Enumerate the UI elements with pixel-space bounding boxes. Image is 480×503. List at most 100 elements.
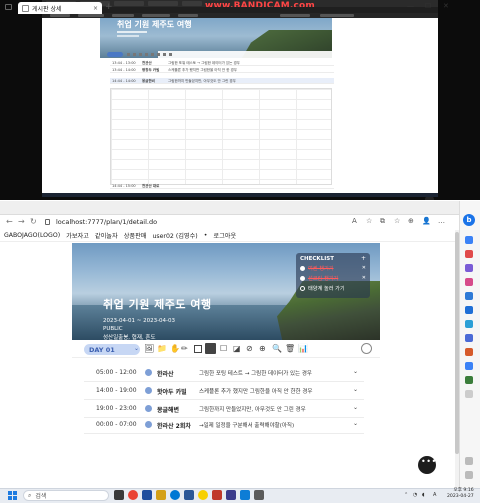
sticky-note-icon[interactable]: ☐ — [220, 344, 227, 354]
forward-arrow-icon[interactable]: → — [18, 217, 25, 226]
recorded-tool-icon — [127, 53, 130, 56]
schedule-time: 14:00 - 19:00 — [96, 387, 137, 394]
taskbar-search-placeholder: 검색 — [35, 493, 47, 500]
recorded-day-pill — [107, 52, 123, 57]
remove-item-icon[interactable]: ✕ — [362, 265, 366, 271]
close-window-icon[interactable]: ✕ — [443, 2, 449, 10]
day-label: DAY 01 — [89, 345, 115, 354]
taskbar-clock[interactable]: 오후 9:16 2023-04-27 — [447, 488, 474, 500]
profile-icon[interactable]: 👤 — [422, 217, 431, 225]
history-icon[interactable] — [361, 343, 372, 354]
checklist-add-button[interactable]: + — [361, 255, 366, 262]
recorded-row-time: 13:44 - 13:00 — [112, 61, 136, 65]
chevron-down-icon[interactable]: ⌄ — [353, 368, 358, 375]
input-language[interactable]: A — [433, 492, 436, 498]
remove-item-icon[interactable]: ✕ — [362, 275, 366, 281]
sidebar-layout-icon[interactable] — [465, 457, 473, 465]
back-arrow-icon[interactable]: ← — [6, 217, 13, 226]
store-icon[interactable] — [142, 490, 152, 500]
nav-link-play-together[interactable]: 같이놀자 — [95, 231, 118, 240]
logout-link[interactable]: 로그아웃 — [213, 231, 236, 240]
tab-active[interactable]: 게시판 상세 × — [18, 2, 102, 14]
bing-chat-icon[interactable]: b — [463, 214, 475, 226]
checkbox-checked-icon[interactable] — [300, 265, 305, 271]
folder-icon[interactable]: 📁 — [157, 344, 167, 354]
drop-icon[interactable] — [465, 320, 473, 328]
shopping-icon[interactable] — [465, 250, 473, 258]
image-icon[interactable]: 🖼 — [144, 344, 154, 354]
more-menu-icon[interactable]: … — [438, 217, 445, 225]
taskbar-search-input[interactable]: ⌕ 검색 — [23, 490, 109, 501]
read-aloud-icon[interactable]: A — [352, 217, 357, 225]
favorites-icon[interactable]: ☆ — [394, 217, 400, 225]
zoom-in-icon[interactable]: ⊕ — [259, 344, 266, 354]
eraser-icon[interactable]: ⊘ — [246, 344, 253, 354]
checkbox-checked-icon[interactable] — [300, 275, 305, 281]
tab-close-icon[interactable]: × — [93, 5, 98, 12]
site-logo[interactable]: GABOJAGO(LOGO) — [4, 232, 60, 239]
search-icon[interactable]: 🔍 — [272, 344, 282, 354]
tree-icon[interactable] — [465, 376, 473, 384]
minimize-icon[interactable]: — — [407, 2, 414, 10]
kakaotalk-icon[interactable] — [198, 490, 208, 500]
microsoft365-icon[interactable] — [465, 292, 473, 300]
trip-title: 취업 기원 제주도 여행 — [103, 298, 212, 311]
nav-link-shop[interactable]: 상품판매 — [124, 231, 147, 240]
checklist-item[interactable]: 여권 챙기기 ✕ — [300, 264, 366, 272]
tab-actions-icon[interactable] — [5, 4, 12, 10]
chart-icon[interactable]: 📊 — [298, 344, 308, 354]
app-icon[interactable] — [184, 490, 194, 500]
filled-rectangle-icon[interactable] — [205, 343, 216, 354]
designer-icon[interactable] — [465, 334, 473, 342]
pencil-icon[interactable]: ✏ — [181, 344, 188, 354]
chevron-down-icon[interactable]: ⌄ — [353, 420, 358, 427]
checklist-item[interactable]: 태양계 놀러 가기 — [300, 284, 366, 292]
nav-link-gabojago[interactable]: 가보자고 — [66, 231, 89, 240]
tray-chevron-icon[interactable]: ⌃ — [404, 492, 408, 498]
schedule-row[interactable]: 00:00 - 07:00 한라산 2회차 →일제 일정을 구분해서 출력해야할… — [84, 416, 364, 434]
site-info-icon[interactable] — [45, 219, 50, 225]
scrollbar-thumb[interactable] — [455, 232, 459, 454]
checkbox-empty-icon[interactable] — [300, 285, 305, 291]
split-screen-icon[interactable]: ⧉ — [380, 217, 385, 226]
games-icon[interactable] — [465, 278, 473, 286]
search-sidebar-icon[interactable] — [465, 236, 473, 244]
chevron-down-icon[interactable]: ⌄ — [353, 404, 358, 411]
schedule-dot-icon — [145, 405, 152, 412]
rectangle-outline-icon[interactable] — [194, 345, 202, 353]
network-icon[interactable]: ◔ — [413, 492, 417, 498]
office-icon[interactable] — [465, 348, 473, 356]
vscode-icon[interactable] — [240, 490, 250, 500]
terminal-icon[interactable] — [254, 490, 264, 500]
schedule-note: 그림한 포팅 테스트 → 그림한 데이터가 있는 경우 — [199, 371, 312, 377]
day-selector[interactable]: DAY 01 — [84, 344, 140, 355]
telegram-icon[interactable] — [465, 362, 473, 370]
bandicam-icon[interactable] — [212, 490, 222, 500]
schedule-row[interactable]: 05:00 - 12:00 한라산 그림한 포팅 테스트 → 그림한 데이터가 … — [84, 364, 364, 382]
collections-icon[interactable]: ⊕ — [408, 217, 414, 225]
chevron-down-icon[interactable]: ⌄ — [353, 386, 358, 393]
file-explorer-icon[interactable] — [156, 490, 166, 500]
chevron-down-icon[interactable]: ⌄ — [134, 345, 139, 352]
shape-icon[interactable]: ◪ — [233, 344, 241, 354]
chrome-icon[interactable] — [128, 490, 138, 500]
maximize-icon[interactable]: ☐ — [425, 2, 431, 10]
refresh-icon[interactable]: ↻ — [30, 217, 37, 226]
site-navigation: GABOJAGO(LOGO) 가보자고 같이놀자 상품판매 user02 (김영… — [0, 230, 455, 242]
add-sidebar-icon[interactable] — [465, 390, 473, 398]
task-view-icon[interactable] — [114, 490, 124, 500]
settings-gear-icon[interactable] — [465, 471, 473, 479]
schedule-row[interactable]: 14:00 - 19:00 핫야두 카빌 스케플론 추가 했지만 그림한을 아직… — [84, 382, 364, 400]
outlook-icon[interactable] — [465, 306, 473, 314]
checklist-item[interactable]: 선크림 챙기기 ✕ — [300, 274, 366, 282]
tools-icon[interactable] — [465, 264, 473, 272]
favorite-star-icon[interactable]: ☆ — [366, 217, 372, 225]
volume-icon[interactable]: ◖ — [422, 492, 425, 498]
hand-icon[interactable]: ✋ — [170, 344, 180, 354]
eclipse-icon[interactable] — [226, 490, 236, 500]
edge-icon[interactable] — [170, 490, 180, 500]
checklist-item-text: 여권 챙기기 — [308, 265, 334, 272]
trash-icon[interactable]: 🗑 — [285, 344, 295, 354]
new-tab-button[interactable]: + — [105, 2, 113, 12]
url-input[interactable]: localhost:7777/plan/1/detail.do — [56, 218, 157, 226]
